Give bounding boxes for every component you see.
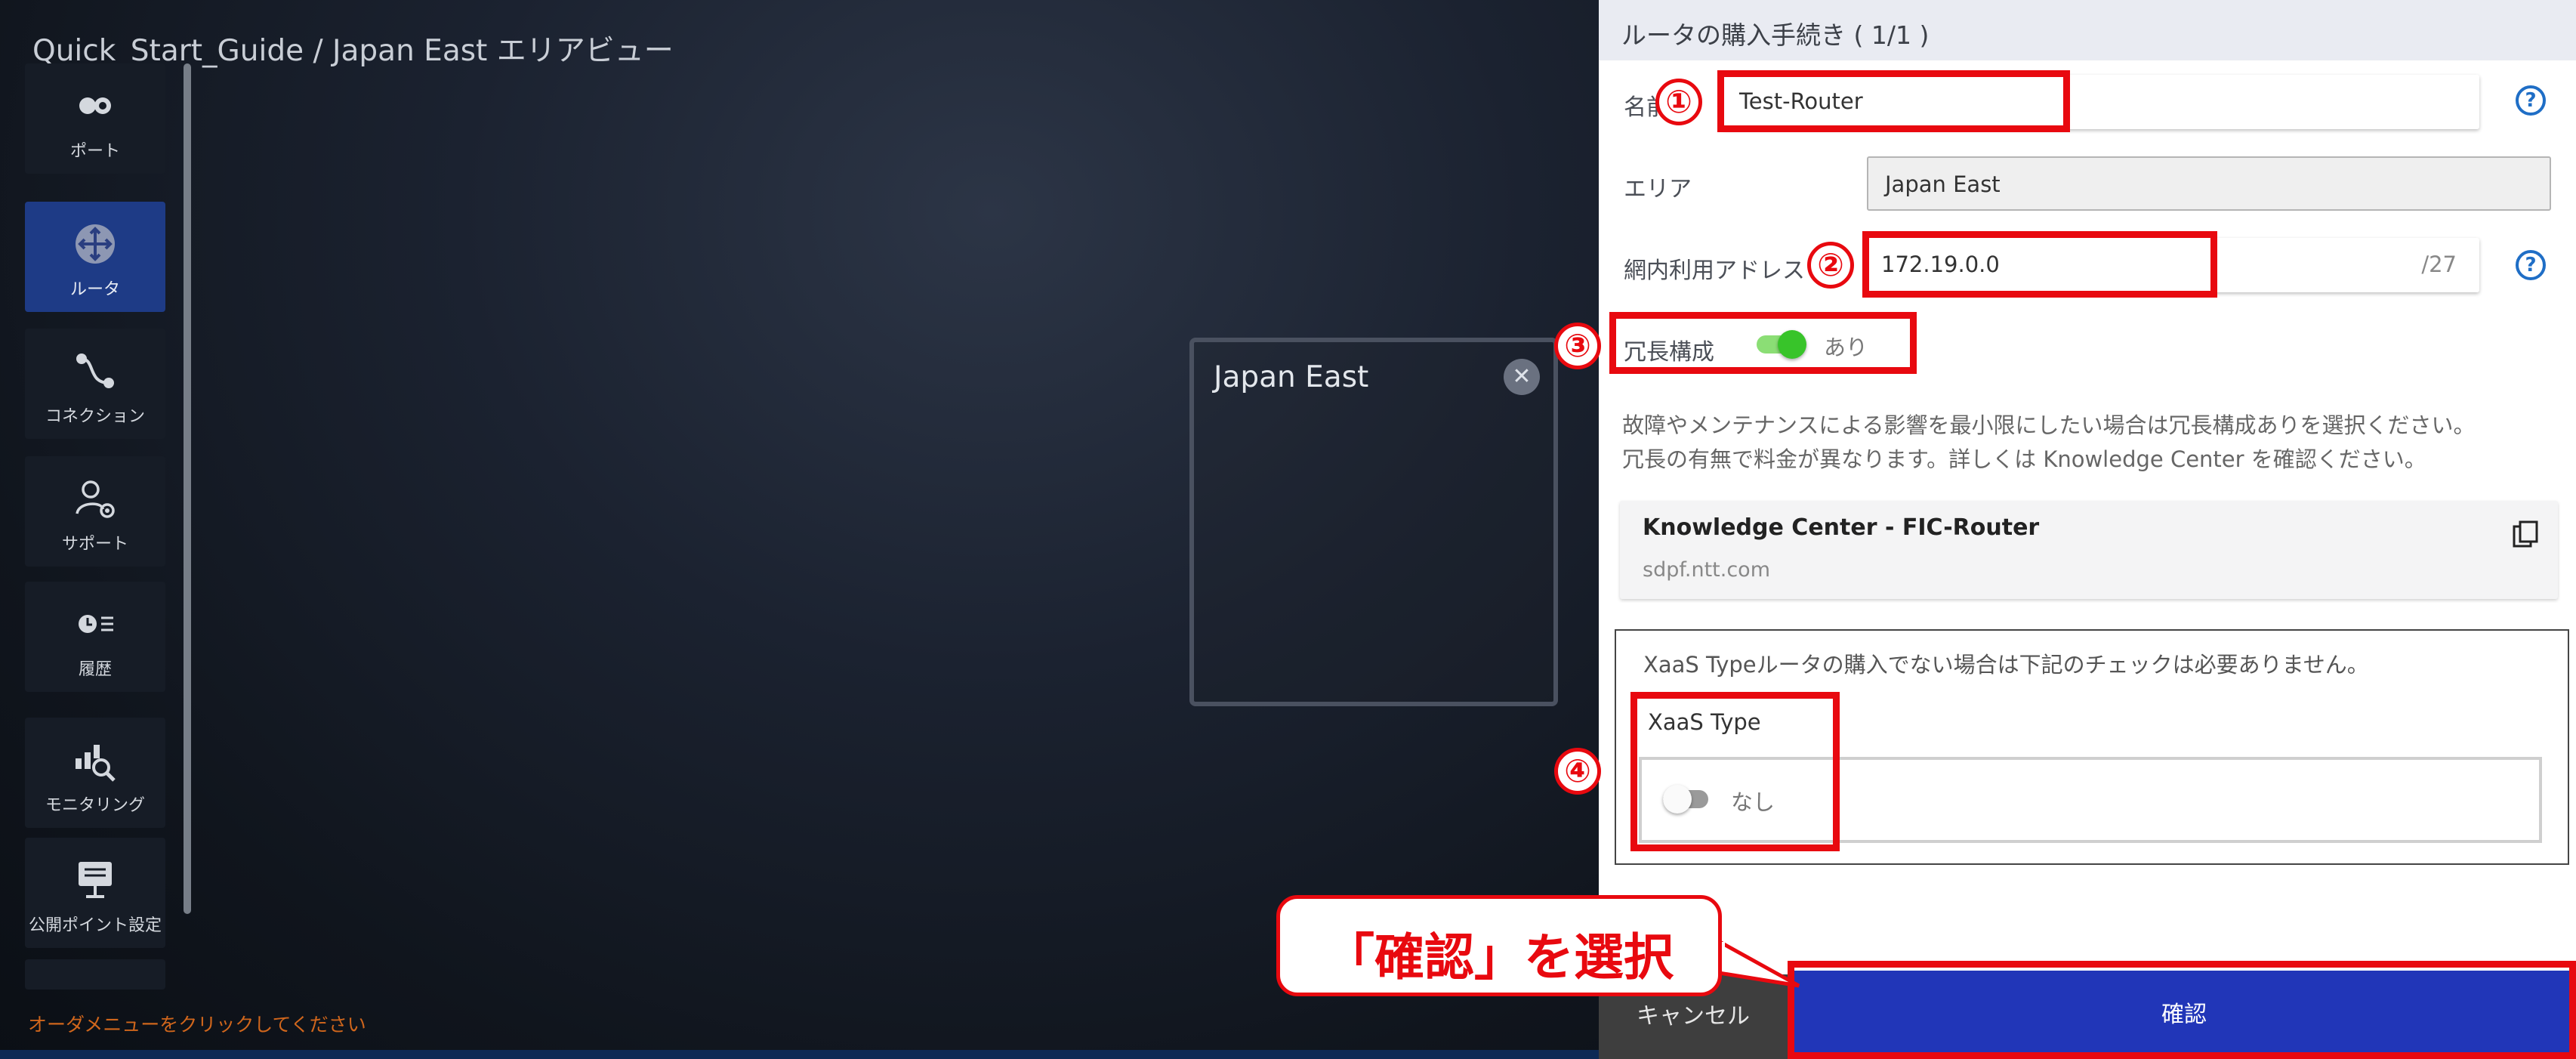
toggle-knob — [1663, 785, 1692, 814]
area-card-title: Japan East — [1214, 360, 1369, 394]
sidebar-item-label: ルータ — [69, 280, 120, 299]
order-menu-hint: オーダメニューをクリックしてください — [28, 1014, 366, 1036]
close-icon[interactable]: ✕ — [1504, 359, 1540, 395]
sidebar-item-label: モニタリング — [45, 796, 145, 815]
address-value: 172.19.0.0 — [1881, 252, 2000, 277]
app-root: Quick_Start_Guide / Japan East エリアビュー ポー… — [0, 0, 2576, 1059]
xaas-note: XaaS Typeルータの購入でない場合は下記のチェックは必要ありません。 — [1643, 652, 2369, 678]
instruction-callout: 「確認」を選択 — [1276, 895, 1722, 996]
instruction-callout-text: 「確認」を選択 — [1325, 928, 1674, 986]
monitoring-icon — [76, 745, 116, 782]
support-icon — [76, 480, 115, 518]
xaas-toggle[interactable] — [1663, 785, 1716, 815]
area-value: Japan East — [1885, 171, 2001, 197]
toggle-knob — [1778, 330, 1806, 359]
port-icon — [79, 97, 111, 114]
area-field: Japan East — [1867, 156, 2551, 211]
address-input[interactable]: 172.19.0.0 /27 — [1865, 238, 2479, 292]
sidebar-item-label: コネクション — [45, 407, 145, 426]
area-card[interactable]: Japan East ✕ — [1189, 338, 1558, 706]
sidebar-item-more[interactable] — [25, 959, 165, 990]
address-suffix: /27 — [2421, 252, 2457, 277]
xaas-value: なし — [1731, 789, 1775, 815]
step-number-1: ① — [1655, 79, 1702, 125]
knowledge-center-card[interactable]: Knowledge Center - FIC-Router sdpf.ntt.c… — [1620, 501, 2558, 599]
sidebar-scrollbar[interactable] — [184, 63, 191, 914]
step-number-4: ④ — [1554, 748, 1601, 795]
copy-icon[interactable] — [2513, 520, 2538, 548]
sidebar-item-support[interactable]: サポート — [25, 456, 165, 567]
name-value: Test-Router — [1739, 88, 1863, 114]
redundancy-toggle[interactable] — [1757, 330, 1809, 360]
step-number-2: ② — [1807, 242, 1854, 289]
xaas-toggle-box: なし — [1639, 757, 2542, 843]
router-icon — [76, 224, 115, 264]
redundancy-value: あり — [1824, 335, 1868, 360]
xaas-section: XaaS Typeルータの購入でない場合は下記のチェックは必要ありません。 Xa… — [1615, 629, 2569, 865]
sidebar-item-history[interactable]: 履歴 — [25, 582, 165, 692]
sidebar-item-port[interactable]: ポート — [25, 63, 165, 174]
bottom-accent-line — [0, 1050, 1599, 1059]
sidebar-item-label: ポート — [69, 142, 120, 161]
xaas-title: XaaS Type — [1648, 709, 1761, 735]
sidebar-item-label: サポート — [61, 535, 128, 554]
help-icon[interactable]: ? — [2516, 85, 2546, 116]
step-number-3: ③ — [1554, 323, 1601, 369]
panel-title: ルータの購入手続き ( 1/1 ) — [1621, 20, 1930, 50]
sidebar-item-public-point[interactable]: 公開ポイント設定 — [25, 838, 165, 948]
history-icon — [79, 615, 113, 633]
sidebar-item-router[interactable]: ルータ — [25, 202, 165, 312]
sidebar-item-monitoring[interactable]: モニタリング — [25, 718, 165, 828]
redundancy-label: 冗長構成 — [1624, 339, 1714, 366]
kc-url: sdpf.ntt.com — [1643, 558, 1771, 582]
area-label: エリア — [1624, 176, 1692, 202]
sidebar-item-label: 履歴 — [78, 660, 112, 679]
public-point-icon — [79, 862, 112, 898]
redundancy-note-1: 故障やメンテナンスによる影響を最小限にしたい場合は冗長構成ありを選択ください。 — [1622, 412, 2476, 438]
kc-title: Knowledge Center - FIC-Router — [1643, 514, 2040, 541]
sidebar-item-label: 公開ポイント設定 — [28, 916, 162, 935]
address-label: 網内利用アドレス — [1624, 258, 1805, 284]
confirm-button[interactable]: 確認 — [1792, 971, 2576, 1059]
callout-pointer-icon — [1714, 937, 1800, 988]
redundancy-note-2: 冗長の有無で料金が異なります。詳しくは Knowledge Center を確認… — [1622, 446, 2426, 472]
name-input[interactable]: Test-Router — [1723, 75, 2479, 129]
panel-header: ルータの購入手続き ( 1/1 ) — [1599, 0, 2576, 60]
sidebar-item-connection[interactable]: コネクション — [25, 329, 165, 439]
help-icon[interactable]: ? — [2516, 250, 2546, 280]
connection-icon — [76, 354, 114, 388]
